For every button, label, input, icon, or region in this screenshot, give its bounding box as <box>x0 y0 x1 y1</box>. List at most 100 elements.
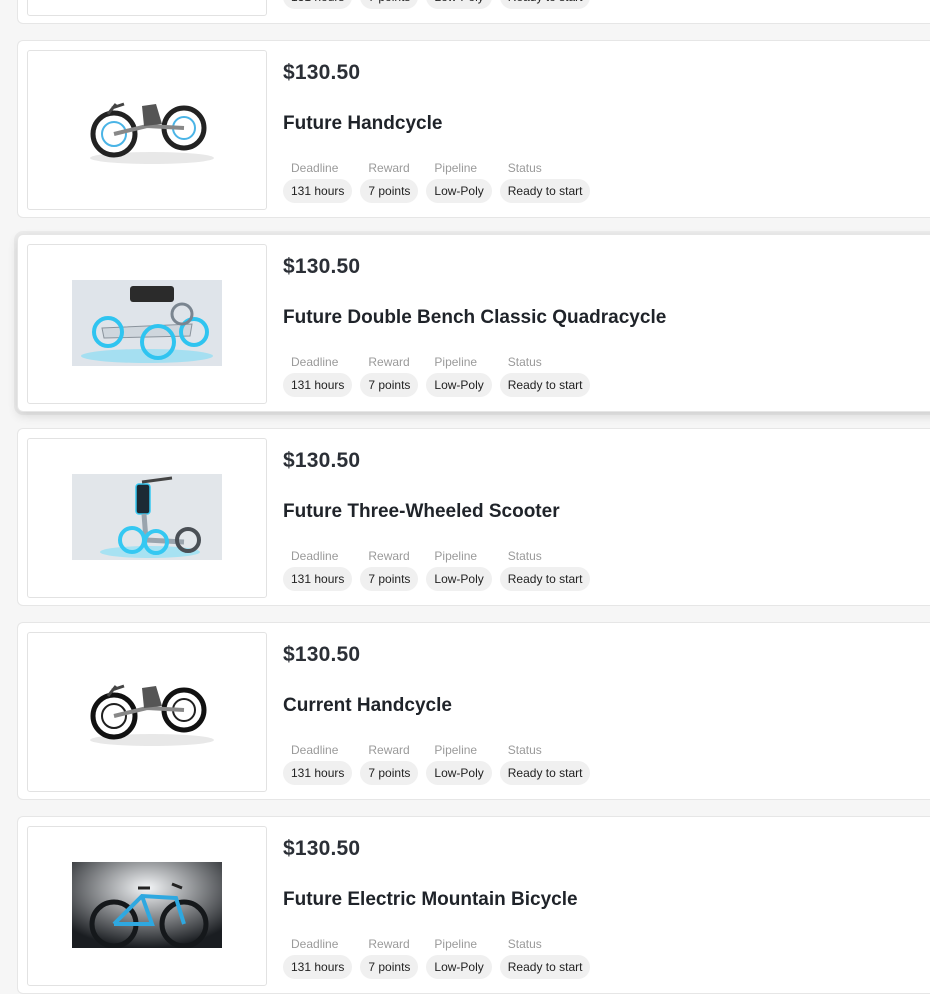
reward-label: Reward <box>368 549 410 563</box>
task-price: $130.50 <box>283 449 361 472</box>
task-title[interactable]: Future Handcycle <box>283 113 442 135</box>
status-badge: Ready to start <box>499 373 591 397</box>
reward-group: Reward 7 points <box>360 353 419 397</box>
reward-chip: 7 points <box>360 955 419 979</box>
status-badge: Ready to start <box>499 0 591 9</box>
status-badge: Ready to start <box>499 955 591 979</box>
pipeline-group: Pipeline Low-Poly <box>426 353 492 397</box>
status-group: Status Ready to start <box>499 547 591 591</box>
deadline-chip: 131 hours <box>283 0 353 9</box>
task-meta: Deadline 131 hours Reward 7 points Pipel… <box>283 159 591 203</box>
pipeline-chip: Low-Poly <box>426 373 492 397</box>
deadline-label: Deadline <box>291 355 339 369</box>
reward-label: Reward <box>368 937 410 951</box>
pipeline-label: Pipeline <box>434 937 478 951</box>
handcycle-thumbnail <box>72 86 222 172</box>
reward-group: Reward 7 points <box>360 159 419 203</box>
status-badge: Ready to start <box>499 179 591 203</box>
task-card[interactable]: $130.50 Future Three-Wheeled Scooter Dea… <box>17 428 930 606</box>
task-card[interactable]: $130.50 Future Double Bench Classic Quad… <box>17 234 930 412</box>
task-card[interactable]: $130.50 Deadline 131 hours Reward 7 poin… <box>17 0 930 24</box>
task-meta: Deadline 131 hours Reward 7 points Pipel… <box>283 547 591 591</box>
deadline-label: Deadline <box>291 937 339 951</box>
reward-group: Reward 7 points <box>360 0 419 9</box>
pipeline-chip: Low-Poly <box>426 955 492 979</box>
thumbnail-frame[interactable] <box>27 826 267 986</box>
task-meta: Deadline 131 hours Reward 7 points Pipel… <box>283 353 591 397</box>
reward-chip: 7 points <box>360 0 419 9</box>
quadracycle-thumbnail <box>72 280 222 366</box>
status-label: Status <box>507 937 542 951</box>
task-card[interactable]: $130.50 Future Electric Mountain Bicycle… <box>17 816 930 994</box>
reward-label: Reward <box>368 161 410 175</box>
pipeline-label: Pipeline <box>434 161 478 175</box>
reward-group: Reward 7 points <box>360 547 419 591</box>
deadline-chip: 131 hours <box>283 373 353 397</box>
status-group: Status Ready to start <box>499 159 591 203</box>
reward-label: Reward <box>368 743 410 757</box>
task-title[interactable]: Future Double Bench Classic Quadracycle <box>283 307 666 329</box>
task-title[interactable]: Current Handcycle <box>283 695 452 717</box>
thumbnail-frame[interactable] <box>27 438 267 598</box>
thumbnail-frame[interactable] <box>27 632 267 792</box>
thumbnail-frame[interactable] <box>27 244 267 404</box>
status-badge: Ready to start <box>499 567 591 591</box>
status-label: Status <box>507 161 542 175</box>
task-title[interactable]: Future Electric Mountain Bicycle <box>283 889 578 911</box>
reward-chip: 7 points <box>360 567 419 591</box>
pipeline-group: Pipeline Low-Poly <box>426 159 492 203</box>
status-badge: Ready to start <box>499 761 591 785</box>
deadline-label: Deadline <box>291 161 339 175</box>
pipeline-chip: Low-Poly <box>426 761 492 785</box>
pipeline-label: Pipeline <box>434 549 478 563</box>
thumbnail-frame[interactable] <box>27 0 267 16</box>
current-handcycle-thumbnail <box>72 668 222 754</box>
status-label: Status <box>507 549 542 563</box>
task-price: $130.50 <box>283 643 361 666</box>
deadline-chip: 131 hours <box>283 761 353 785</box>
deadline-group: Deadline 131 hours <box>283 547 353 591</box>
deadline-label: Deadline <box>291 743 339 757</box>
task-meta: Deadline 131 hours Reward 7 points Pipel… <box>283 0 591 9</box>
thumbnail-frame[interactable] <box>27 50 267 210</box>
pipeline-chip: Low-Poly <box>426 0 492 9</box>
deadline-group: Deadline 131 hours <box>283 935 353 979</box>
pipeline-chip: Low-Poly <box>426 567 492 591</box>
status-group: Status Ready to start <box>499 741 591 785</box>
pipeline-label: Pipeline <box>434 355 478 369</box>
task-card[interactable]: $130.50 Future Handcycle Deadline 131 ho… <box>17 40 930 218</box>
status-label: Status <box>507 743 542 757</box>
deadline-group: Deadline 131 hours <box>283 159 353 203</box>
task-price: $130.50 <box>283 61 361 84</box>
pipeline-label: Pipeline <box>434 743 478 757</box>
reward-chip: 7 points <box>360 179 419 203</box>
pipeline-chip: Low-Poly <box>426 179 492 203</box>
deadline-label: Deadline <box>291 549 339 563</box>
deadline-chip: 131 hours <box>283 955 353 979</box>
deadline-group: Deadline 131 hours <box>283 741 353 785</box>
pipeline-group: Pipeline Low-Poly <box>426 741 492 785</box>
reward-group: Reward 7 points <box>360 935 419 979</box>
electric-mountain-bicycle-thumbnail <box>72 862 222 948</box>
task-price: $130.50 <box>283 837 361 860</box>
task-meta: Deadline 131 hours Reward 7 points Pipel… <box>283 741 591 785</box>
deadline-group: Deadline 131 hours <box>283 0 353 9</box>
status-group: Status Ready to start <box>499 935 591 979</box>
deadline-chip: 131 hours <box>283 567 353 591</box>
deadline-chip: 131 hours <box>283 179 353 203</box>
task-price: $130.50 <box>283 255 361 278</box>
pipeline-group: Pipeline Low-Poly <box>426 935 492 979</box>
reward-label: Reward <box>368 355 410 369</box>
pipeline-group: Pipeline Low-Poly <box>426 547 492 591</box>
reward-group: Reward 7 points <box>360 741 419 785</box>
pipeline-group: Pipeline Low-Poly <box>426 0 492 9</box>
deadline-group: Deadline 131 hours <box>283 353 353 397</box>
reward-chip: 7 points <box>360 373 419 397</box>
status-label: Status <box>507 355 542 369</box>
task-card[interactable]: $130.50 Current Handcycle Deadline 131 h… <box>17 622 930 800</box>
task-title[interactable]: Future Three-Wheeled Scooter <box>283 501 560 523</box>
task-meta: Deadline 131 hours Reward 7 points Pipel… <box>283 935 591 979</box>
status-group: Status Ready to start <box>499 353 591 397</box>
scooter-thumbnail <box>72 474 222 560</box>
status-group: Status Ready to start <box>499 0 591 9</box>
